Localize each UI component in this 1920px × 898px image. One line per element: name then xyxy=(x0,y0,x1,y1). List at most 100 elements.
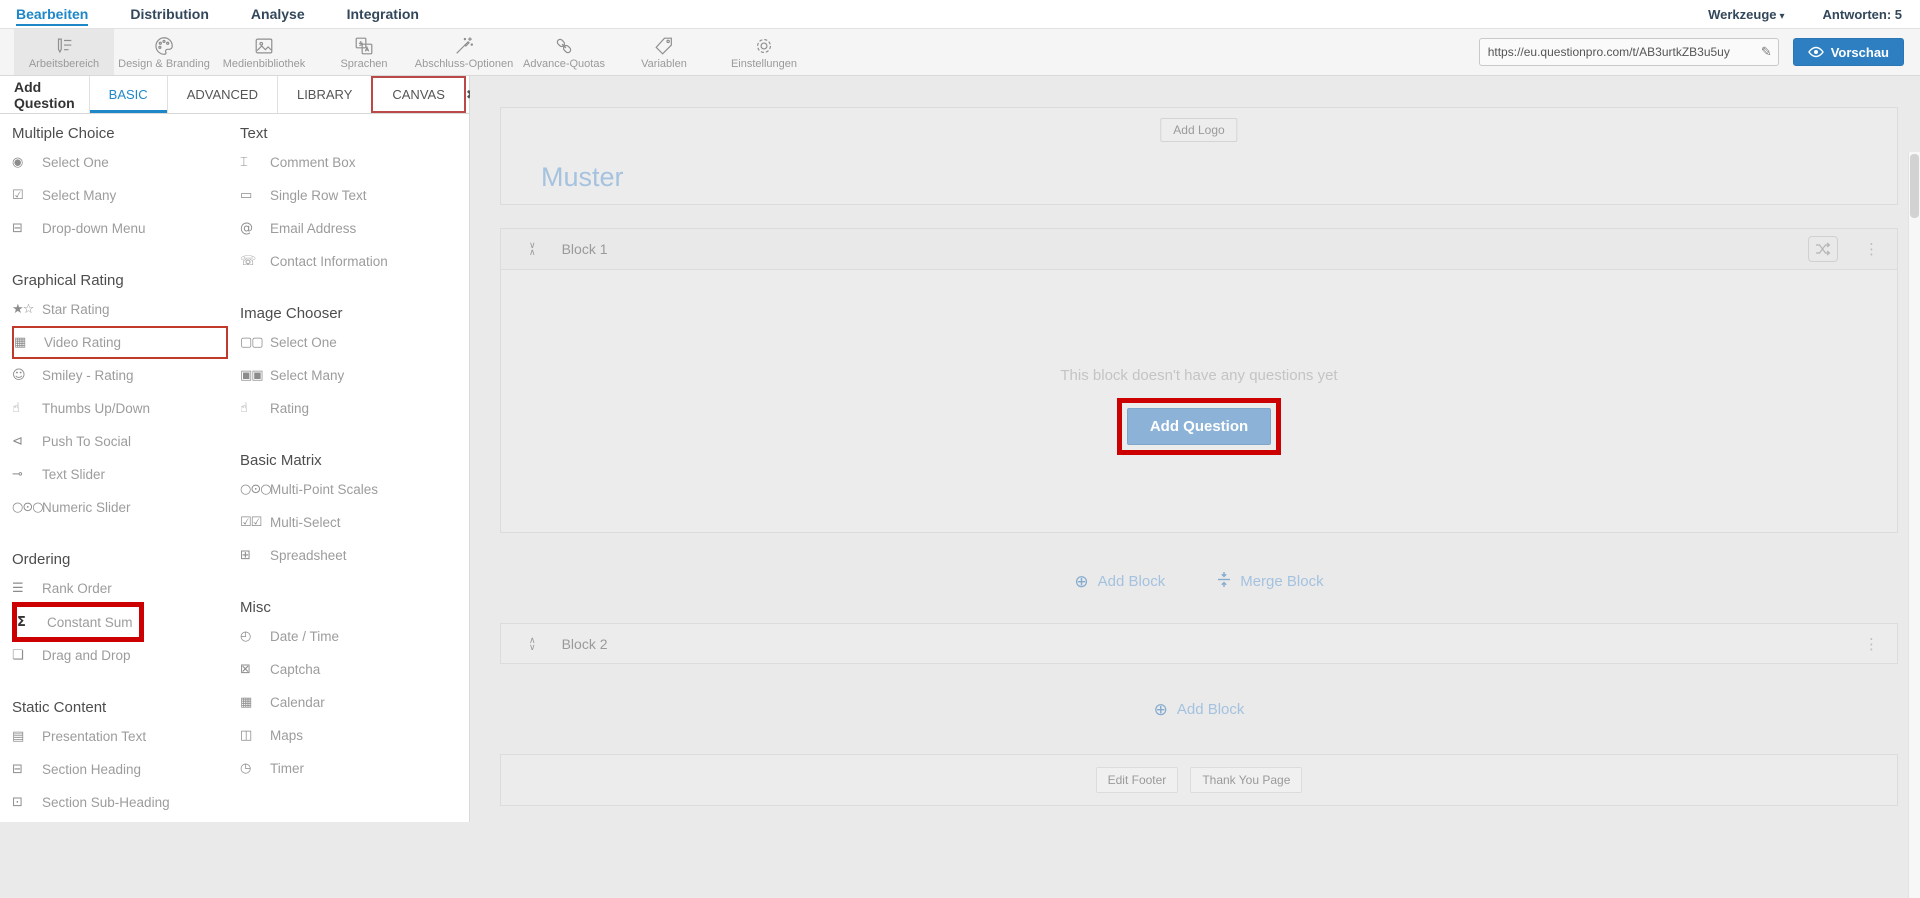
group-title: Misc xyxy=(240,594,466,620)
chevron-down-icon: ▾ xyxy=(1780,11,1785,22)
qtype-spreadsheet[interactable]: ⊞Spreadsheet xyxy=(240,539,466,572)
add-question-panel: Add Question BASIC ADVANCED LIBRARY CANV… xyxy=(0,76,470,822)
qtype-image-select-one[interactable]: ▢▢Select One xyxy=(240,326,466,359)
toolbar-item-variablen[interactable]: Variablen xyxy=(614,29,714,75)
qtype-contact-information[interactable]: ☏Contact Information xyxy=(240,245,466,278)
collapse-icon[interactable]: ∨∧ xyxy=(529,242,536,256)
block-1-body: This block doesn't have any questions ye… xyxy=(501,270,1897,533)
toolbar-item-design-branding[interactable]: Design & Branding xyxy=(114,29,214,75)
vorschau-button[interactable]: Vorschau xyxy=(1793,38,1904,66)
qtype-section-heading[interactable]: ⊟Section Heading xyxy=(12,753,240,786)
qtype-drag-and-drop[interactable]: ❏Drag and Drop xyxy=(12,639,240,672)
qtype-numeric-slider[interactable]: ○⊙○Numeric Slider xyxy=(12,491,240,524)
toolbar-item-einstellungen[interactable]: Einstellungen xyxy=(714,29,814,75)
question-type-columns: Multiple Choice ◉Select One ☑Select Many… xyxy=(0,114,469,819)
toolbar-item-medienbibliothek[interactable]: Medienbibliothek xyxy=(214,29,314,75)
group-misc: Misc ◴Date / Time ⊠Captcha ▦Calendar ◫Ma… xyxy=(240,594,466,785)
qtype-comment-box[interactable]: ⌶Comment Box xyxy=(240,146,466,179)
block-1-label[interactable]: Block 1 xyxy=(562,241,608,257)
thank-you-page-button[interactable]: Thank You Page xyxy=(1190,767,1302,793)
add-block-button[interactable]: ⊕Add Block xyxy=(1074,573,1165,590)
block-2-label[interactable]: Block 2 xyxy=(562,636,608,652)
werkzeuge-menu[interactable]: Werkzeuge▾ xyxy=(1708,7,1784,22)
edit-footer-button[interactable]: Edit Footer xyxy=(1096,767,1179,793)
qtype-dropdown-menu[interactable]: ⊟Drop-down Menu xyxy=(12,212,240,245)
add-block-row: ⊕Add Block xyxy=(500,694,1898,724)
toolbar-item-advance-quotas[interactable]: Advance-Quotas xyxy=(514,29,614,75)
responses-count[interactable]: Antworten: 5 xyxy=(1823,7,1902,22)
qtype-thumbs-up-down[interactable]: ☝Thumbs Up/Down xyxy=(12,392,240,425)
group-title: Basic Matrix xyxy=(240,447,466,473)
heading-icon: ⊟ xyxy=(12,762,42,777)
plus-circle-icon: ⊕ xyxy=(1154,701,1168,718)
toolbar-item-sprachen[interactable]: Sprachen xyxy=(314,29,414,75)
add-question-button[interactable]: Add Question xyxy=(1127,408,1271,445)
qtype-select-many[interactable]: ☑Select Many xyxy=(12,179,240,212)
eye-icon xyxy=(1808,46,1824,58)
multipoint-icon: ○⊙○ xyxy=(240,482,270,497)
qtype-section-sub-heading[interactable]: ⊡Section Sub-Heading xyxy=(12,786,240,819)
qtype-multi-point-scales[interactable]: ○⊙○Multi-Point Scales xyxy=(240,473,466,506)
qtype-presentation-text[interactable]: ▤Presentation Text xyxy=(12,720,240,753)
image-icon xyxy=(253,35,275,57)
tab-canvas[interactable]: CANVAS xyxy=(371,76,466,113)
nav-tab-analyse[interactable]: Analyse xyxy=(251,2,305,26)
survey-canvas: Add Logo Muster ∨∧ Block 1 ⋮ This block … xyxy=(470,76,1920,822)
qtype-date-time[interactable]: ◴Date / Time xyxy=(240,620,466,653)
add-block-button-2[interactable]: ⊕Add Block xyxy=(1154,701,1245,718)
qtype-multi-select[interactable]: ☑☑Multi-Select xyxy=(240,506,466,539)
scrollbar-thumb[interactable] xyxy=(1910,154,1919,218)
group-title: Graphical Rating xyxy=(12,267,240,293)
group-ordering: Ordering ☰Rank Order ΣConstant Sum ❏Drag… xyxy=(12,546,240,672)
qtype-smiley-rating[interactable]: ☺Smiley - Rating xyxy=(12,359,240,392)
tab-library[interactable]: LIBRARY xyxy=(277,76,371,113)
edit-url-icon[interactable]: ✎ xyxy=(1761,44,1772,60)
add-logo-button[interactable]: Add Logo xyxy=(1160,118,1237,142)
qtype-rank-order[interactable]: ☰Rank Order xyxy=(12,572,240,605)
tab-basic[interactable]: BASIC xyxy=(89,76,167,113)
nav-tab-integration[interactable]: Integration xyxy=(347,2,419,26)
qtype-select-one[interactable]: ◉Select One xyxy=(12,146,240,179)
qtype-constant-sum[interactable]: ΣConstant Sum xyxy=(12,602,144,642)
qtype-maps[interactable]: ◫Maps xyxy=(240,719,466,752)
toolbar-item-arbeitsbereich[interactable]: Arbeitsbereich xyxy=(14,29,114,75)
qtype-image-select-many[interactable]: ▣▣Select Many xyxy=(240,359,466,392)
qtype-star-rating[interactable]: ★☆Star Rating xyxy=(12,293,240,326)
qtype-text-slider[interactable]: ⊸Text Slider xyxy=(12,458,240,491)
qtype-captcha[interactable]: ⊠Captcha xyxy=(240,653,466,686)
block-menu-icon[interactable]: ⋮ xyxy=(1864,635,1879,653)
single-row-icon: ▭ xyxy=(240,188,270,203)
numeric-slider-icon: ○⊙○ xyxy=(12,500,42,515)
palette-icon xyxy=(153,35,175,57)
checkbox-icon: ☑ xyxy=(12,188,42,203)
nav-tab-distribution[interactable]: Distribution xyxy=(130,2,209,26)
vertical-scrollbar[interactable] xyxy=(1908,152,1920,898)
toolbar-items: Arbeitsbereich Design & Branding Medienb… xyxy=(0,29,814,75)
panel-tabs: Add Question BASIC ADVANCED LIBRARY CANV… xyxy=(0,76,469,114)
subheading-icon: ⊡ xyxy=(12,795,42,810)
qtype-email-address[interactable]: @Email Address xyxy=(240,212,466,245)
qtype-single-row-text[interactable]: ▭Single Row Text xyxy=(240,179,466,212)
block-menu-icon[interactable]: ⋮ xyxy=(1864,240,1879,258)
calendar-icon: ▦ xyxy=(240,695,270,710)
qtype-timer[interactable]: ◷Timer xyxy=(240,752,466,785)
tab-advanced[interactable]: ADVANCED xyxy=(167,76,277,113)
nav-tab-bearbeiten[interactable]: Bearbeiten xyxy=(16,2,88,26)
sigma-icon: Σ xyxy=(17,615,47,630)
expand-icon[interactable]: ∧∨ xyxy=(529,637,536,651)
question-type-column-2: Text ⌶Comment Box ▭Single Row Text @Emai… xyxy=(240,116,466,819)
radio-icon: ◉ xyxy=(12,155,42,170)
survey-url-input[interactable] xyxy=(1488,45,1761,59)
shuffle-icon xyxy=(1815,242,1831,256)
randomize-button[interactable] xyxy=(1808,236,1838,262)
qtype-calendar[interactable]: ▦Calendar xyxy=(240,686,466,719)
panel-title: Add Question xyxy=(0,76,89,113)
qtype-video-rating[interactable]: ▦Video Rating xyxy=(12,326,228,359)
question-type-column-1: Multiple Choice ◉Select One ☑Select Many… xyxy=(12,116,240,819)
qtype-push-to-social[interactable]: ⊲Push To Social xyxy=(12,425,240,458)
toolbar-item-abschluss-optionen[interactable]: Abschluss-Optionen xyxy=(414,29,514,75)
block-1-card: ∨∧ Block 1 ⋮ This block doesn't have any… xyxy=(500,228,1898,533)
qtype-image-rating[interactable]: ☝Rating xyxy=(240,392,466,425)
survey-title[interactable]: Muster xyxy=(541,162,624,193)
merge-block-button[interactable]: Merge Block xyxy=(1217,571,1323,592)
